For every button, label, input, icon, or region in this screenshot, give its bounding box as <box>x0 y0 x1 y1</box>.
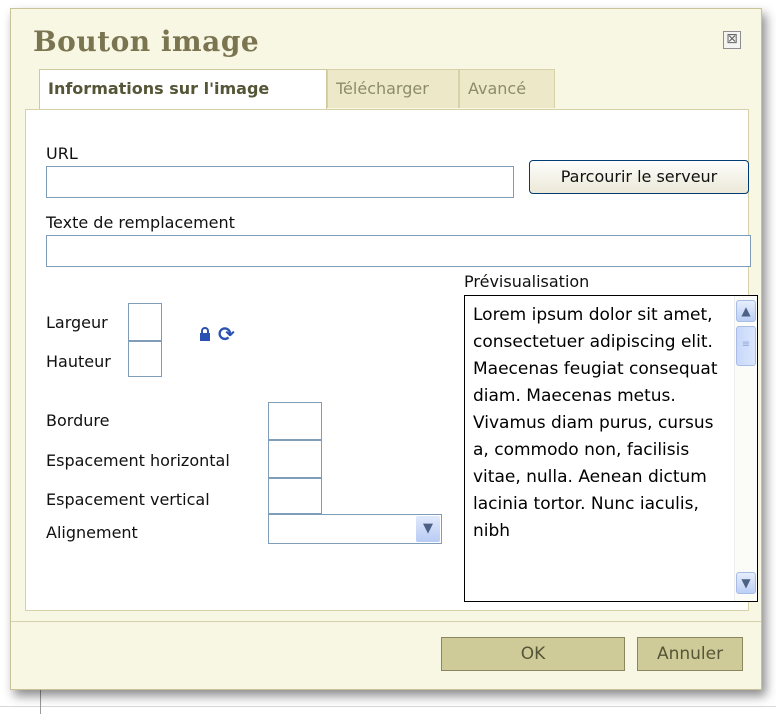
hspace-input[interactable] <box>268 440 322 478</box>
tab-image-info[interactable]: Informations sur l'image <box>39 69 327 110</box>
vspace-input[interactable] <box>268 478 322 514</box>
width-input[interactable] <box>128 303 162 341</box>
preview-text: Lorem ipsum dolor sit amet, consectetuer… <box>473 305 718 541</box>
alt-text-label: Texte de remplacement <box>46 213 235 232</box>
url-input[interactable] <box>46 166 514 198</box>
lock-ratio-icon[interactable] <box>199 327 211 341</box>
height-input[interactable] <box>128 341 162 377</box>
height-label: Hauteur <box>46 352 111 371</box>
align-label: Alignement <box>46 523 138 542</box>
scroll-thumb[interactable]: ≡ <box>736 326 756 366</box>
border-label: Bordure <box>46 411 110 430</box>
tab-upload[interactable]: Télécharger <box>327 69 459 108</box>
page-divider <box>0 706 776 707</box>
chevron-down-icon[interactable]: ▼ <box>416 516 440 542</box>
page-divider <box>40 690 41 714</box>
scroll-up-icon[interactable]: ▲ <box>736 300 756 322</box>
browse-server-button[interactable]: Parcourir le serveur <box>529 160 749 194</box>
close-icon[interactable]: ⊠ <box>723 31 741 49</box>
align-select[interactable]: ▼ <box>268 514 442 544</box>
border-input[interactable] <box>268 402 322 440</box>
cancel-button[interactable]: Annuler <box>637 637 743 671</box>
url-label: URL <box>46 144 78 163</box>
scroll-down-icon[interactable]: ▼ <box>736 572 756 594</box>
dialog-title: Bouton image <box>33 25 260 58</box>
reset-size-icon[interactable]: ⟳ <box>218 324 238 344</box>
hspace-label: Espacement horizontal <box>46 451 230 470</box>
tab-panel: URL Parcourir le serveur Texte de rempla… <box>25 109 758 611</box>
footer-divider <box>11 621 761 622</box>
alt-text-input[interactable] <box>46 235 751 267</box>
width-label: Largeur <box>46 313 108 332</box>
preview-label: Prévisualisation <box>464 272 590 291</box>
image-button-dialog: Bouton image ⊠ Informations sur l'image … <box>10 8 762 690</box>
vspace-label: Espacement vertical <box>46 490 210 509</box>
preview-scrollbar[interactable]: ▲ ≡ ▼ <box>734 296 757 601</box>
preview-box: Lorem ipsum dolor sit amet, consectetuer… <box>464 295 758 602</box>
ok-button[interactable]: OK <box>441 637 625 671</box>
tab-advanced[interactable]: Avancé <box>459 69 555 108</box>
